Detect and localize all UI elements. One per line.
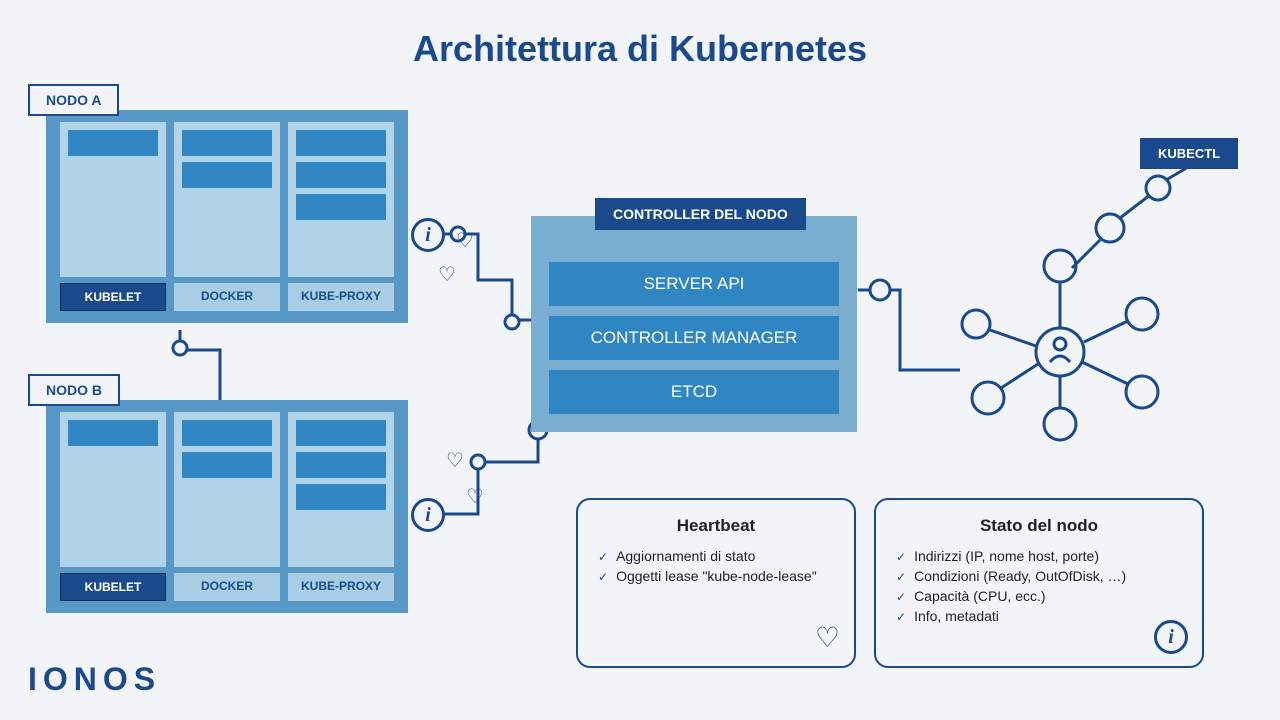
pod-column	[174, 412, 280, 567]
status-item: Info, metadati	[896, 606, 1182, 626]
heartbeat-item: Oggetti lease "kube-node-lease"	[598, 566, 834, 586]
heartbeat-icon: ♡	[466, 484, 484, 509]
docker-label: DOCKER	[174, 573, 280, 601]
controller-label: CONTROLLER DEL NODO	[595, 198, 806, 230]
kube-proxy-label: KUBE-PROXY	[288, 283, 394, 311]
etcd-bar: ETCD	[549, 370, 839, 414]
status-title: Stato del nodo	[896, 516, 1182, 536]
info-icon: i	[1154, 620, 1188, 654]
heartbeat-icon: ♡	[456, 228, 474, 253]
heartbeat-card: Heartbeat Aggiornamenti di stato Oggetti…	[576, 498, 856, 668]
controller-box: SERVER API CONTROLLER MANAGER ETCD	[531, 216, 857, 432]
kubelet-label: KUBELET	[60, 573, 166, 601]
controller-manager-bar: CONTROLLER MANAGER	[549, 316, 839, 360]
pod-column	[60, 412, 166, 567]
kubelet-label: KUBELET	[60, 283, 166, 311]
node-b-label: NODO B	[28, 374, 120, 406]
heartbeat-icon: ♡	[815, 621, 840, 654]
pod-column	[174, 122, 280, 277]
pod-column	[60, 122, 166, 277]
pod-column	[288, 122, 394, 277]
heartbeat-title: Heartbeat	[598, 516, 834, 536]
status-card: Stato del nodo Indirizzi (IP, nome host,…	[874, 498, 1204, 668]
server-api-bar: SERVER API	[549, 262, 839, 306]
status-item: Condizioni (Ready, OutOfDisk, …)	[896, 566, 1182, 586]
kube-proxy-label: KUBE-PROXY	[288, 573, 394, 601]
status-item: Capacità (CPU, ecc.)	[896, 586, 1182, 606]
docker-label: DOCKER	[174, 283, 280, 311]
pod-column	[288, 412, 394, 567]
node-a-label: NODO A	[28, 84, 119, 116]
node-b: KUBELET DOCKER KUBE-PROXY	[46, 400, 408, 613]
info-icon: i	[411, 218, 445, 252]
info-icon: i	[411, 498, 445, 532]
kubectl-label: KUBECTL	[1140, 138, 1238, 169]
heartbeat-icon: ♡	[446, 448, 464, 473]
node-a: KUBELET DOCKER KUBE-PROXY	[46, 110, 408, 323]
heartbeat-item: Aggiornamenti di stato	[598, 546, 834, 566]
status-item: Indirizzi (IP, nome host, porte)	[896, 546, 1182, 566]
heartbeat-icon: ♡	[438, 262, 456, 287]
